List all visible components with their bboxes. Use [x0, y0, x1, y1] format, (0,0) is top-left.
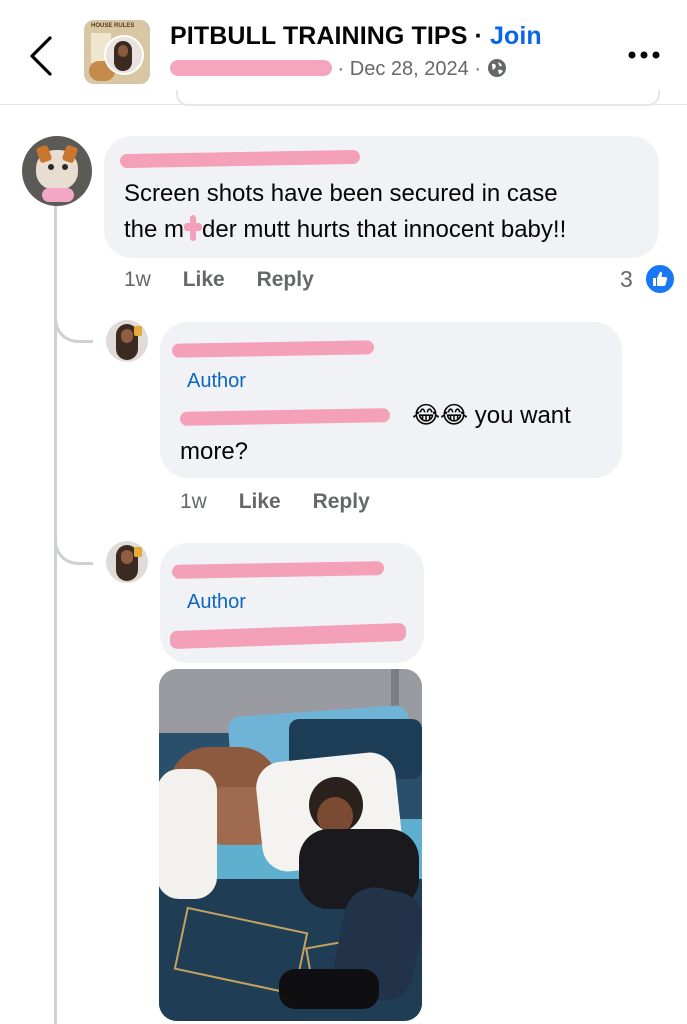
globe-icon: [487, 59, 506, 77]
author-badge: Author: [187, 370, 246, 392]
reply-author-avatar[interactable]: [106, 541, 148, 583]
comment-text-line: the m der mutt hurts that innocent baby!!: [124, 212, 566, 248]
reply-button[interactable]: Reply: [257, 268, 314, 292]
like-button[interactable]: Like: [183, 268, 225, 292]
like-button[interactable]: Like: [239, 490, 281, 514]
previous-content-edge: [176, 90, 660, 106]
reply-bubble: Author: [160, 543, 424, 663]
author-badge: Author: [187, 591, 246, 613]
reply-author-avatar[interactable]: [106, 320, 148, 362]
reply-time[interactable]: 1w: [180, 490, 207, 514]
comment-actions: 1w Like Reply: [124, 268, 314, 292]
reply-button[interactable]: Reply: [313, 490, 370, 514]
attached-photo[interactable]: [159, 669, 422, 1021]
author-name-redaction: [170, 60, 332, 76]
title-separator: ·: [467, 22, 491, 50]
group-title: PITBULL TRAINING TIPS · Join: [170, 22, 542, 51]
thumb-avatar: [104, 35, 144, 75]
text-redaction: [169, 622, 407, 650]
commenter-avatar[interactable]: [22, 136, 92, 206]
thread-connector: [54, 518, 93, 565]
comment-text-part: the m: [124, 216, 185, 243]
join-button[interactable]: Join: [490, 22, 542, 50]
chevron-left-icon[interactable]: [24, 34, 64, 78]
text-redaction: [179, 407, 391, 426]
more-dots-icon[interactable]: [626, 47, 666, 63]
thumbs-up-icon: [644, 263, 676, 295]
reply-text-part: 😂😂 you want: [412, 402, 571, 429]
thumb-caption: HOUSE RULES: [91, 23, 135, 29]
reaction-count[interactable]: 3: [620, 266, 633, 293]
reply-text-line: 😂😂 you want: [179, 398, 571, 434]
group-name[interactable]: PITBULL TRAINING TIPS: [170, 22, 467, 50]
reply-text-line: more?: [180, 438, 249, 465]
comment-text-line: Screen shots have been secured in case: [124, 180, 558, 207]
comment-text-part: der mutt hurts that innocent baby!!: [202, 216, 567, 243]
reply-author-name-redaction: [171, 340, 375, 358]
reply-author-name-redaction: [171, 561, 385, 579]
reply-bubble: Author 😂😂 you want more?: [160, 322, 622, 478]
group-thumbnail[interactable]: HOUSE RULES: [84, 20, 150, 84]
comment-time[interactable]: 1w: [124, 268, 151, 292]
reply-actions: 1w Like Reply: [180, 490, 370, 514]
thread-connector: [54, 296, 93, 343]
commenter-name-redaction: [119, 149, 361, 169]
comment-bubble: Screen shots have been secured in case t…: [104, 136, 659, 258]
post-meta: · Dec 28, 2024 ·: [170, 58, 507, 81]
post-date[interactable]: Dec 28, 2024: [350, 58, 469, 80]
